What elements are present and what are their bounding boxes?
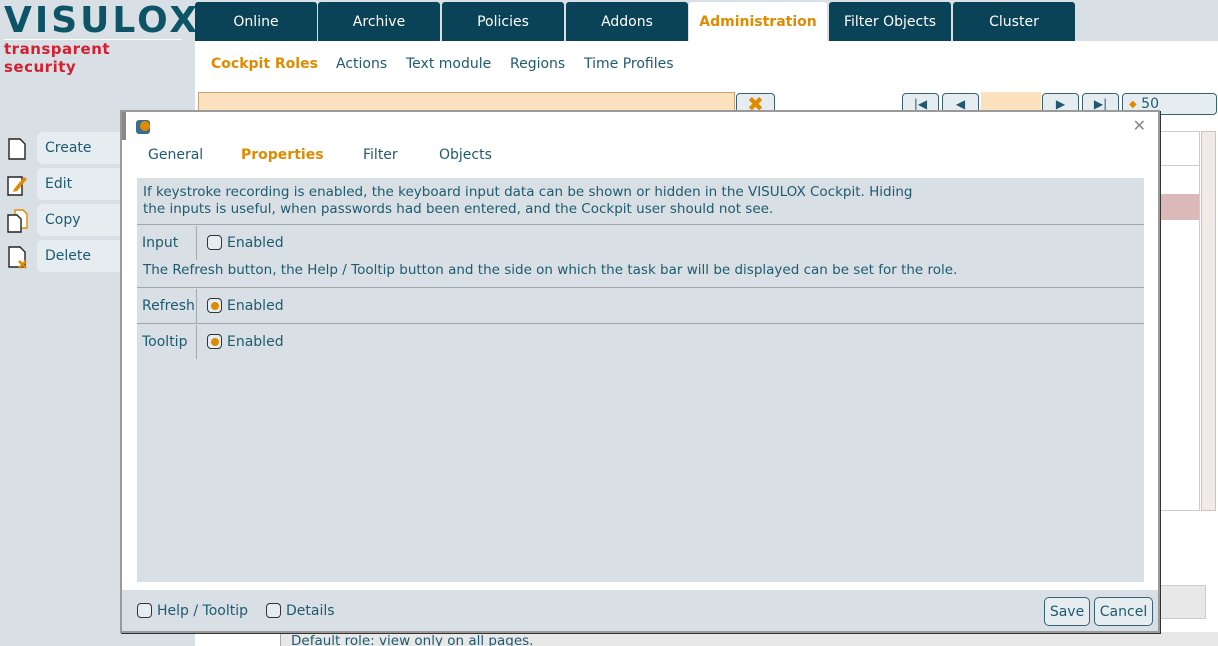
tab-cluster[interactable]: Cluster xyxy=(953,2,1075,41)
tab-archive[interactable]: Archive xyxy=(318,2,440,41)
tab-administration[interactable]: Administration xyxy=(689,2,827,41)
refresh-row: Refresh Enabled xyxy=(137,287,1144,323)
input-enabled-label: Enabled xyxy=(227,234,284,251)
edit-label: Edit xyxy=(45,176,73,192)
properties-panel: If keystroke recording is enabled, the k… xyxy=(137,178,1144,582)
dialog-tab-filter[interactable]: Filter xyxy=(363,147,398,163)
details-label: Details xyxy=(286,602,335,619)
main-nav: Online Archive Policies Addons Administr… xyxy=(195,0,1218,41)
logo: VISULOX xyxy=(4,0,201,41)
logo-tagline: transparent security xyxy=(4,39,182,76)
delete-icon xyxy=(8,246,27,269)
tab-addons[interactable]: Addons xyxy=(566,2,688,41)
dialog-tab-objects[interactable]: Objects xyxy=(439,147,492,163)
prev-icon: ◀ xyxy=(955,97,966,111)
help-tooltip-checkbox[interactable] xyxy=(137,603,152,618)
subnav-regions[interactable]: Regions xyxy=(510,56,565,72)
create-label: Create xyxy=(45,140,92,156)
selected-row[interactable] xyxy=(1161,194,1199,220)
subnav-cockpit-roles[interactable]: Cockpit Roles xyxy=(211,56,318,72)
delete-button[interactable]: Delete xyxy=(37,240,127,272)
page-icon xyxy=(8,138,26,160)
tab-online[interactable]: Online xyxy=(195,2,317,41)
tab-filter-objects[interactable]: Filter Objects xyxy=(829,2,951,41)
roles-list[interactable] xyxy=(1160,131,1200,511)
tooltip-row: Tooltip Enabled xyxy=(137,323,1144,359)
subnav-text-module[interactable]: Text module xyxy=(406,56,491,72)
subnav-time-profiles[interactable]: Time Profiles xyxy=(584,56,674,72)
next-icon: ▶ xyxy=(1055,97,1066,111)
last-icon: ▶| xyxy=(1093,97,1108,111)
first-icon: |◀ xyxy=(913,97,928,111)
search-input[interactable] xyxy=(198,92,735,112)
delete-label: Delete xyxy=(45,248,91,264)
tooltip-enabled-checkbox[interactable] xyxy=(207,334,222,349)
background-field xyxy=(1160,585,1206,619)
refresh-label: Refresh xyxy=(137,288,197,323)
tab-policies[interactable]: Policies xyxy=(442,2,564,41)
input-row: Input Enabled xyxy=(137,224,1144,260)
input-enabled-checkbox[interactable] xyxy=(207,235,222,250)
refresh-enabled-label: Enabled xyxy=(227,297,284,314)
dialog-tab-properties[interactable]: Properties xyxy=(241,147,324,163)
edit-button[interactable]: Edit xyxy=(37,168,127,200)
app-icon xyxy=(136,120,150,134)
dialog-footer: Help / Tooltip Details Save Cancel xyxy=(122,590,1158,631)
copy-button[interactable]: Copy xyxy=(37,204,127,236)
sort-icon: ◆ xyxy=(1129,98,1137,110)
close-dialog-button[interactable]: ✕ xyxy=(1133,116,1146,135)
help-tooltip-label: Help / Tooltip xyxy=(157,602,248,619)
role-dialog: ✕ General Properties Filter Objects If k… xyxy=(120,110,1160,633)
tooltip-enabled-label: Enabled xyxy=(227,333,284,350)
refresh-description: The Refresh button, the Help / Tooltip b… xyxy=(143,262,958,278)
save-button[interactable]: Save xyxy=(1044,597,1090,626)
cancel-button[interactable]: Cancel xyxy=(1094,597,1153,626)
tooltip-label: Tooltip xyxy=(137,324,197,359)
sub-nav: Cockpit Roles Actions Text module Region… xyxy=(195,41,1218,91)
copy-label: Copy xyxy=(45,212,81,228)
subnav-actions[interactable]: Actions xyxy=(336,56,387,72)
page-input[interactable] xyxy=(981,92,1041,112)
dialog-tab-general[interactable]: General xyxy=(148,147,203,163)
details-checkbox[interactable] xyxy=(266,603,281,618)
keystroke-description: If keystroke recording is enabled, the k… xyxy=(143,184,913,217)
edit-icon xyxy=(7,176,27,196)
input-label: Input xyxy=(137,225,197,260)
create-button[interactable]: Create xyxy=(37,132,127,164)
scrollbar[interactable] xyxy=(1201,131,1216,511)
copy-icon xyxy=(7,209,28,233)
role-description: Default role: view only on all pages. xyxy=(280,632,1218,646)
refresh-enabled-checkbox[interactable] xyxy=(207,298,222,313)
